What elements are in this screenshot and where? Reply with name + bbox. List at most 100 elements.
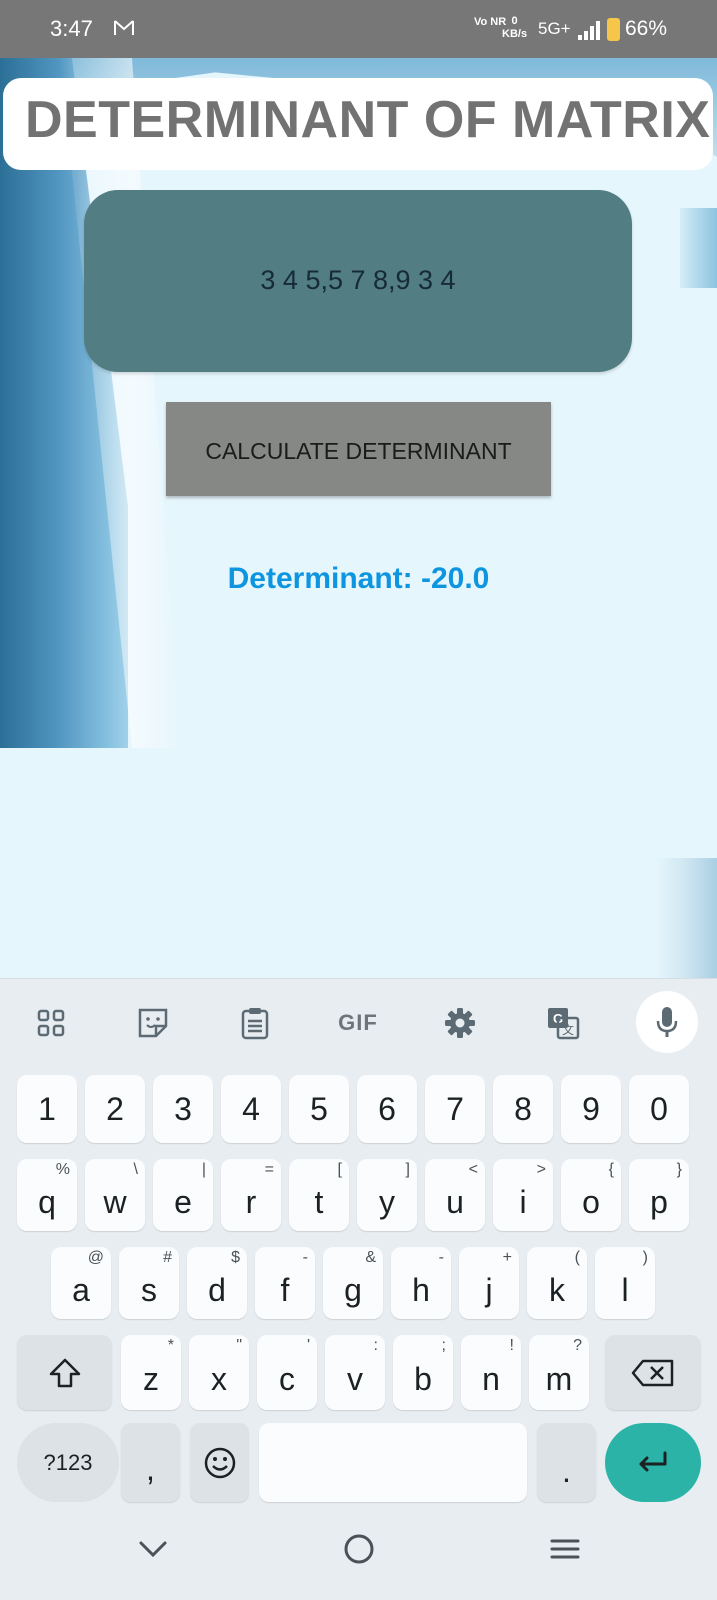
key-6[interactable]: 6 (357, 1075, 417, 1143)
emoji-key[interactable] (190, 1423, 249, 1502)
apps-grid-icon[interactable] (21, 993, 81, 1053)
key-7-label: 7 (446, 1090, 464, 1127)
title-card: DETERMINANT OF MATRIX (3, 78, 713, 170)
key-r-label: r (245, 1183, 257, 1220)
key-r[interactable]: = r (221, 1159, 281, 1231)
key-e[interactable]: | e (153, 1159, 213, 1231)
key-g-label: g (344, 1271, 362, 1308)
page-title: DETERMINANT OF MATRIX (25, 91, 711, 149)
enter-icon (639, 1451, 667, 1471)
background-decor-right-top (680, 208, 717, 288)
calculate-determinant-button[interactable]: CALCULATE DETERMINANT (166, 402, 551, 496)
key-2[interactable]: 2 (85, 1075, 145, 1143)
emoji-icon (190, 1423, 249, 1502)
key-h[interactable]: -h (391, 1247, 451, 1319)
matrix-input-field[interactable]: 3 4 5,5 7 8,9 3 4 (84, 190, 632, 372)
key-n[interactable]: ! n (461, 1335, 521, 1410)
key-m[interactable]: ? m (529, 1335, 589, 1410)
matrix-input-value: 3 4 5,5 7 8,9 3 4 (260, 265, 456, 295)
recents-menu-icon[interactable] (535, 1529, 595, 1569)
settings-gear-icon[interactable] (430, 993, 490, 1053)
determinant-result: Determinant: -20.0 (227, 562, 490, 595)
key-0-label: 0 (650, 1090, 668, 1127)
key-f-label: f (280, 1271, 290, 1308)
key-z[interactable]: * z (121, 1335, 181, 1410)
key-g[interactable]: & g (323, 1247, 383, 1319)
key-c[interactable]: ' c (257, 1335, 317, 1410)
key-b[interactable]: ; b (393, 1335, 453, 1410)
key-i[interactable]: > i (493, 1159, 553, 1231)
key-4[interactable]: 4 (221, 1075, 281, 1143)
key-v[interactable]: :v (325, 1335, 385, 1410)
shift-icon (17, 1335, 112, 1410)
translate-icon[interactable]: G文 (533, 993, 593, 1053)
key-u[interactable]: < u (425, 1159, 485, 1231)
key-w[interactable]: \ w (85, 1159, 145, 1231)
enter-key[interactable] (605, 1423, 701, 1502)
key-o[interactable]: {o (561, 1159, 621, 1231)
back-chevron-icon[interactable] (123, 1529, 183, 1569)
key-9[interactable]: 9 (561, 1075, 621, 1143)
key-b-label: b (414, 1361, 432, 1397)
key-a[interactable]: @ a (51, 1247, 111, 1319)
key-6-label: 6 (378, 1090, 396, 1127)
clipboard-icon[interactable] (225, 993, 285, 1053)
network-speed-unit: KB/s (502, 28, 528, 40)
key-1[interactable]: 1 (17, 1075, 77, 1143)
network-speed-value: 0 (511, 15, 518, 27)
key-x[interactable]: " x (189, 1335, 249, 1410)
status-time: 3:47 (50, 16, 93, 41)
key-w-label: w (103, 1183, 127, 1220)
key-t[interactable]: [t (289, 1159, 349, 1231)
key-c-label: c (279, 1361, 295, 1397)
space-bar[interactable] (259, 1423, 527, 1502)
key-8-label: 8 (514, 1090, 532, 1127)
battery-icon (607, 18, 620, 41)
key-a-label: a (72, 1271, 90, 1308)
network-type: 5G+ (538, 19, 571, 38)
key-y[interactable]: ] y (357, 1159, 417, 1231)
gif-button[interactable]: GIF (328, 993, 388, 1053)
backspace-key[interactable] (605, 1335, 701, 1410)
key-y-label: y (379, 1183, 395, 1220)
key-j[interactable]: + j (459, 1247, 519, 1319)
key-d[interactable]: $ d (187, 1247, 247, 1319)
key-p-label: p (650, 1183, 668, 1220)
key-q[interactable]: % q (17, 1159, 77, 1231)
key-2-label: 2 (106, 1090, 124, 1127)
key-5[interactable]: 5 (289, 1075, 349, 1143)
sticker-icon[interactable] (123, 993, 183, 1053)
key-l-label: l (621, 1271, 629, 1308)
shift-key[interactable] (17, 1335, 112, 1410)
key-o-label: o (582, 1183, 600, 1220)
key-4-label: 4 (242, 1090, 260, 1127)
background-decor-right-bottom (655, 858, 717, 978)
period-key[interactable]: . (537, 1423, 596, 1502)
key-h-label: h (412, 1271, 430, 1308)
status-bar: 3:47 Vo NR 0 KB/s 5G+ 66% (0, 0, 717, 58)
key-7[interactable]: 7 (425, 1075, 485, 1143)
key-p[interactable]: } p (629, 1159, 689, 1231)
symbols-key[interactable]: ?123 (17, 1423, 119, 1502)
key-s[interactable]: # s (119, 1247, 179, 1319)
backspace-icon (605, 1335, 701, 1410)
key-m-label: m (545, 1361, 573, 1397)
microphone-icon[interactable] (636, 991, 698, 1053)
comma-key[interactable]: , (121, 1423, 180, 1502)
key-8[interactable]: 8 (493, 1075, 553, 1143)
key-3[interactable]: 3 (153, 1075, 213, 1143)
home-circle-icon[interactable] (329, 1529, 389, 1569)
battery-percent: 66% (625, 17, 668, 40)
key-u-label: u (446, 1183, 464, 1220)
key-3-label: 3 (174, 1090, 192, 1127)
navigation-bar (0, 1499, 717, 1600)
key-i-label: i (519, 1183, 527, 1220)
key-f[interactable]: -f (255, 1247, 315, 1319)
calculate-button-label: CALCULATE DETERMINANT (205, 438, 512, 464)
key-l[interactable]: ) l (595, 1247, 655, 1319)
key-s-label: s (141, 1271, 157, 1308)
on-screen-keyboard: GIF G文 1 2 3 4 5 6 7 8 9 0 % q \ w | e = r[t] y < u > i{o} p @… (0, 978, 717, 1600)
key-k[interactable]: (k (527, 1247, 587, 1319)
key-9-label: 9 (582, 1090, 600, 1127)
key-0[interactable]: 0 (629, 1075, 689, 1143)
